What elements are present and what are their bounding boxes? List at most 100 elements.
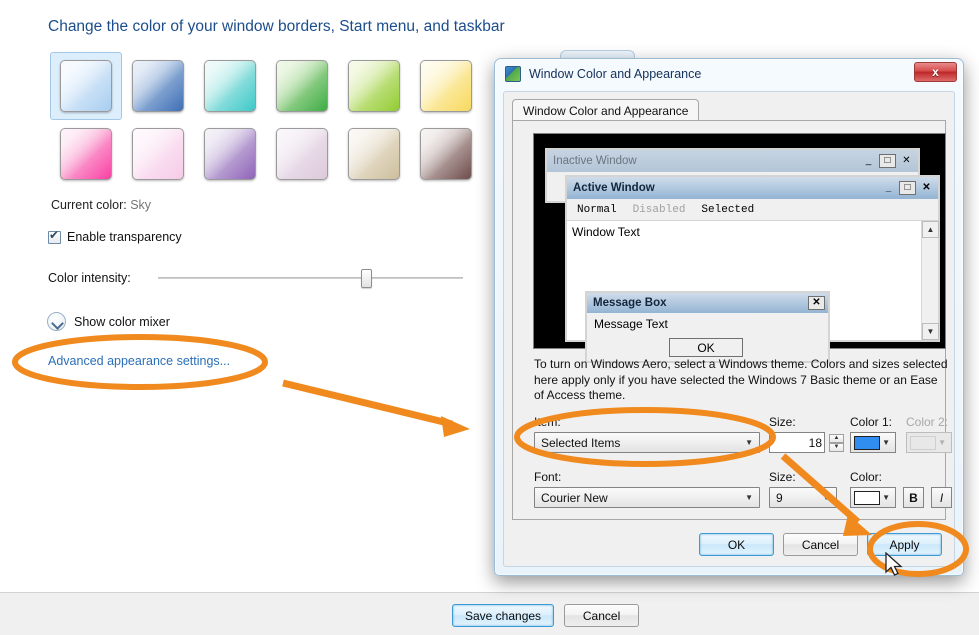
preview-active-caption-buttons: _ □ ✕ xyxy=(880,181,938,195)
swatch-fill xyxy=(276,128,328,180)
item-dropdown[interactable]: Selected Items ▼ xyxy=(534,432,760,453)
color-swatch-sun[interactable] xyxy=(410,52,482,120)
tab-window-color-and-appearance[interactable]: Window Color and Appearance xyxy=(512,99,700,121)
enable-transparency-label: Enable transparency xyxy=(67,230,182,244)
footer-buttons: Save changes Cancel xyxy=(452,604,640,627)
swatch-fill xyxy=(276,60,328,112)
maximize-icon: □ xyxy=(879,154,896,168)
preview-messagebox-ok-button: OK xyxy=(669,338,743,357)
color2-dropdown: ▼ xyxy=(906,432,952,453)
font-color-field: Color: ▼ B I xyxy=(850,470,952,508)
item-dropdown-value: Selected Items xyxy=(541,435,621,450)
color-swatch-frost[interactable] xyxy=(410,120,482,188)
checkbox-checked-icon[interactable] xyxy=(48,229,61,244)
preview-inactive-caption-buttons: _ □ ✕ xyxy=(860,154,918,168)
current-color-label: Current color: xyxy=(51,198,127,212)
dialog-titlebar: Window Color and Appearance x xyxy=(495,59,963,89)
maximize-icon: □ xyxy=(899,181,916,195)
chevron-down-icon: ▼ xyxy=(745,438,753,447)
color-intensity-row: Color intensity: xyxy=(48,269,463,288)
close-icon: ✕ xyxy=(808,296,825,310)
font-dropdown[interactable]: Courier New ▼ xyxy=(534,487,760,508)
swatch-row-2 xyxy=(50,120,482,188)
preview-messagebox-text: Message Text xyxy=(594,317,668,331)
chevron-down-icon: ▼ xyxy=(745,493,753,502)
font-color-swatch xyxy=(854,490,880,505)
minimize-icon: _ xyxy=(885,182,892,193)
preview-active-title: Active Window xyxy=(573,182,655,194)
size-value: 18 xyxy=(808,435,822,450)
bold-button[interactable]: B xyxy=(903,487,924,508)
stepper-down-icon[interactable]: ▼ xyxy=(829,442,844,452)
slider-thumb[interactable] xyxy=(361,269,372,288)
preview-scrollbar: ▲ ▼ xyxy=(921,221,939,340)
color-swatch-rose[interactable] xyxy=(50,120,122,188)
tab-panel: Inactive Window _ □ ✕ Active Window _ □ … xyxy=(512,120,952,520)
swatch-fill xyxy=(348,60,400,112)
color-swatch-orchid[interactable] xyxy=(266,120,338,188)
font-field: Font: Courier New ▼ xyxy=(534,470,760,508)
stepper-up-icon[interactable]: ▲ xyxy=(829,433,844,443)
color1-swatch xyxy=(854,435,880,450)
preview-active-window: Active Window _ □ ✕ Normal Disabled Sele… xyxy=(565,175,940,363)
color-swatch-twilight[interactable] xyxy=(122,52,194,120)
preview-messagebox-title: Message Box xyxy=(593,297,667,309)
close-icon[interactable]: x xyxy=(914,62,957,82)
screen: Change the color of your window borders,… xyxy=(0,0,979,635)
size-stepper[interactable]: ▲ ▼ xyxy=(829,433,844,452)
color-intensity-slider[interactable] xyxy=(158,269,463,288)
color1-field: Color 1: ▼ xyxy=(850,415,896,453)
color2-swatch xyxy=(910,435,936,450)
current-color-value: Sky xyxy=(130,198,152,212)
swatch-row-1 xyxy=(50,52,482,120)
preview-messagebox-titlebar: Message Box ✕ xyxy=(587,293,828,313)
size-input[interactable]: 18 xyxy=(769,432,825,453)
preview-active-titlebar: Active Window _ □ ✕ xyxy=(567,177,938,199)
close-icon: ✕ xyxy=(902,155,911,166)
dialog-cancel-button[interactable]: Cancel xyxy=(783,533,858,556)
size-field: Size: 18 ▲ ▼ xyxy=(769,415,844,453)
swatch-fill xyxy=(60,60,112,112)
color1-label: Color 1: xyxy=(850,415,893,429)
preview-messagebox-caption-buttons: ✕ xyxy=(808,296,828,310)
cancel-button[interactable]: Cancel xyxy=(564,604,640,627)
italic-button[interactable]: I xyxy=(931,487,952,508)
preview-message-box: Message Box ✕ Message Text OK xyxy=(585,291,830,363)
color-swatch-sky[interactable] xyxy=(50,52,122,120)
color-swatch-violet[interactable] xyxy=(194,120,266,188)
chevron-down-icon[interactable] xyxy=(47,312,66,331)
page-title: Change the color of your window borders,… xyxy=(48,18,505,35)
color2-label: Color 2: xyxy=(906,415,949,429)
chevron-down-icon: ▼ xyxy=(882,438,890,447)
enable-transparency-row[interactable]: Enable transparency xyxy=(48,229,182,244)
color-swatch-sea[interactable] xyxy=(194,52,266,120)
color1-dropdown[interactable]: ▼ xyxy=(850,432,896,453)
slider-rail xyxy=(158,277,463,279)
font-dropdown-value: Courier New xyxy=(541,490,608,505)
ok-button[interactable]: OK xyxy=(699,533,774,556)
save-changes-button[interactable]: Save changes xyxy=(452,604,555,627)
swatch-fill xyxy=(420,128,472,180)
preview-menubar: Normal Disabled Selected xyxy=(567,199,938,220)
font-color-dropdown[interactable]: ▼ xyxy=(850,487,896,508)
swatch-fill xyxy=(60,128,112,180)
swatch-fill xyxy=(204,60,256,112)
show-color-mixer-label: Show color mixer xyxy=(74,314,170,329)
show-color-mixer-row[interactable]: Show color mixer xyxy=(47,312,170,331)
size-label: Size: xyxy=(769,415,796,429)
dialog-description: To turn on Windows Aero, select a Window… xyxy=(534,357,948,402)
preview-client-area: Window Text ▲ ▼ Message Box ✕ Message Te… xyxy=(567,220,939,363)
color-swatch-pink[interactable] xyxy=(122,120,194,188)
close-icon: ✕ xyxy=(922,182,931,193)
font-color-label: Color: xyxy=(850,470,883,484)
menu-item-selected: Selected xyxy=(701,203,755,216)
chevron-down-icon: ▼ xyxy=(938,438,946,447)
color2-field: Color 2: ▼ xyxy=(906,415,952,453)
arrow-to-item-dropdown xyxy=(282,379,470,437)
advanced-appearance-settings-link[interactable]: Advanced appearance settings... xyxy=(48,354,230,368)
color-swatch-lime[interactable] xyxy=(338,52,410,120)
color-swatch-taupe[interactable] xyxy=(338,120,410,188)
mouse-cursor xyxy=(885,552,903,576)
font-size-dropdown[interactable]: 9 ▼ xyxy=(769,487,837,508)
color-swatch-leaf[interactable] xyxy=(266,52,338,120)
